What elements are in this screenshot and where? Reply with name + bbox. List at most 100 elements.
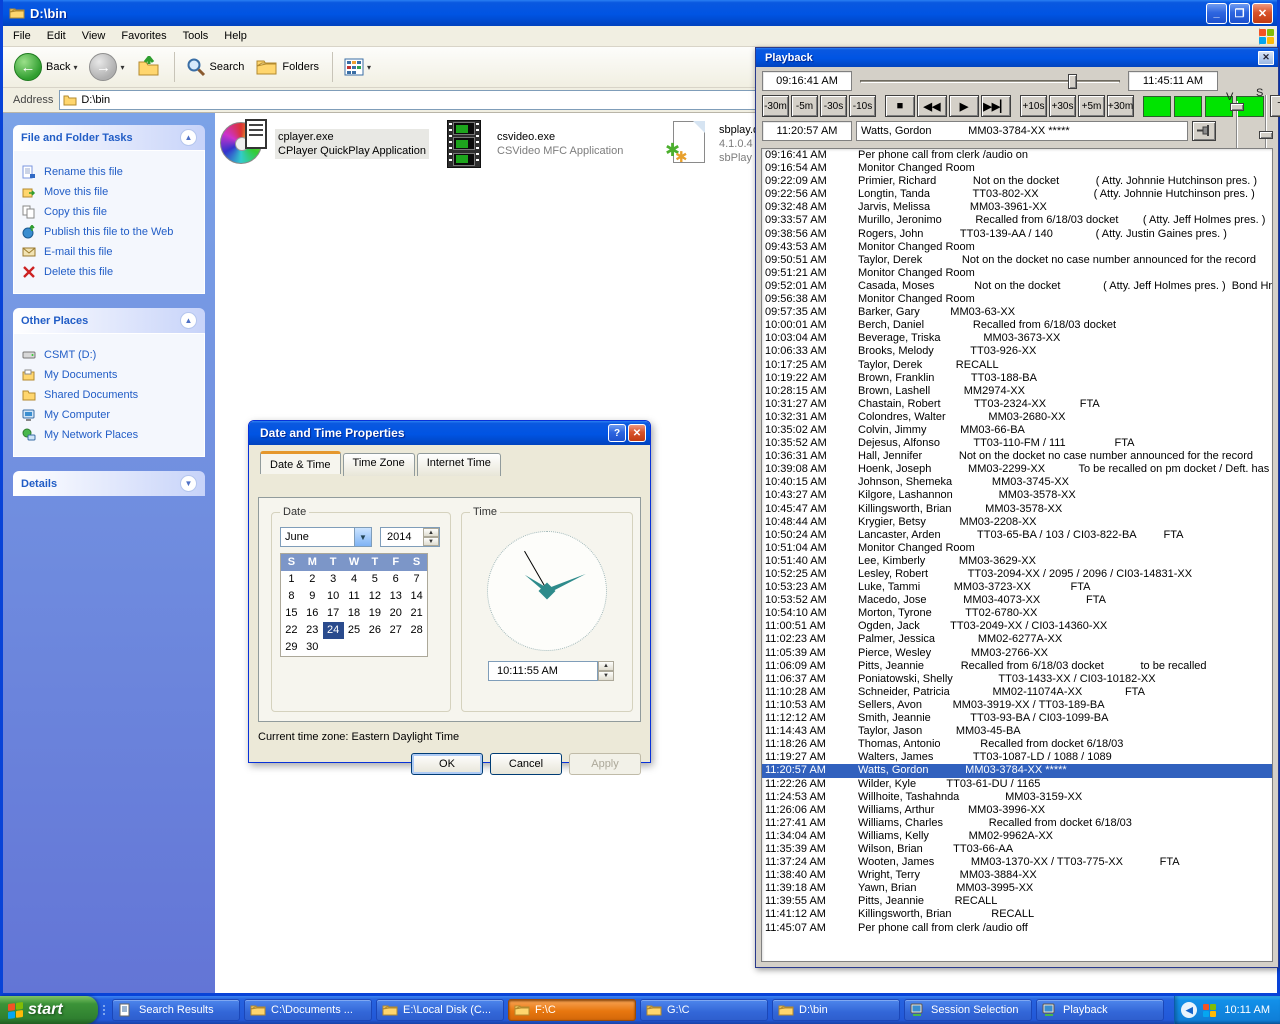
taskbar-button[interactable]: Playback	[1036, 999, 1164, 1021]
playback-entry[interactable]: 09:57:35 AMBarker, Gary MM03-63-XX	[762, 306, 1272, 319]
rewind-button[interactable]: ◀◀	[917, 95, 947, 117]
playback-entry[interactable]: 11:34:04 AMWilliams, Kelly MM02-9962A-XX	[762, 830, 1272, 843]
calendar-day[interactable]: 13	[385, 588, 406, 605]
calendar-day[interactable]: 14	[406, 588, 427, 605]
playback-entry[interactable]: 09:52:01 AMCasada, Moses Not on the dock…	[762, 280, 1272, 293]
search-button[interactable]: Search	[181, 55, 250, 79]
taskbar-button[interactable]: D:\bin	[772, 999, 900, 1021]
playback-entry[interactable]: 11:02:23 AMPalmer, Jessica MM02-6277A-XX	[762, 633, 1272, 646]
calendar-day[interactable]: 22	[281, 622, 302, 639]
collapse-chevron-icon[interactable]: ▲	[180, 312, 197, 329]
playback-entry[interactable]: 11:05:39 AMPierce, Wesley MM03-2766-XX	[762, 647, 1272, 660]
playback-entry[interactable]: 10:52:25 AMLesley, Robert TT03-2094-XX /…	[762, 568, 1272, 581]
task-link[interactable]: My Network Places	[22, 428, 196, 442]
stop-button[interactable]: ■	[885, 95, 915, 117]
calendar-day[interactable]: 10	[323, 588, 344, 605]
pin-button[interactable]	[1192, 121, 1216, 141]
explorer-titlebar[interactable]: D:\bin _ ❐ ✕	[3, 0, 1277, 26]
playback-entry[interactable]: 11:26:06 AMWilliams, Arthur MM03-3996-XX	[762, 804, 1272, 817]
calendar-day[interactable]: 20	[385, 605, 406, 622]
playback-titlebar[interactable]: Playback ✕	[756, 48, 1278, 67]
playback-entry[interactable]: 09:22:56 AMLongtin, Tanda TT03-802-XX ( …	[762, 188, 1272, 201]
other-places-header[interactable]: Other Places ▲	[13, 308, 205, 333]
playback-entry[interactable]: 10:36:31 AMHall, Jennifer Not on the doc…	[762, 450, 1272, 463]
playback-entry[interactable]: 10:53:23 AMLuke, Tammi MM03-3723-XX FTA	[762, 581, 1272, 594]
calendar-day[interactable]: 26	[364, 622, 385, 639]
quick-launch-handle[interactable]	[98, 998, 110, 1022]
tab-time-zone[interactable]: Time Zone	[343, 453, 415, 476]
playback-list[interactable]: 09:16:41 AMPer phone call from clerk /au…	[761, 148, 1273, 962]
menu-favorites[interactable]: Favorites	[113, 28, 174, 44]
playback-entry[interactable]: 11:41:12 AMKillingsworth, Brian RECALL	[762, 908, 1272, 921]
playback-entry[interactable]: 09:56:38 AMMonitor Changed Room	[762, 293, 1272, 306]
year-down-icon[interactable]: ▼	[423, 537, 439, 546]
calendar-day[interactable]: 17	[323, 605, 344, 622]
calendar-day[interactable]: 6	[385, 571, 406, 588]
up-button[interactable]	[132, 54, 166, 80]
calendar-day[interactable]: 1	[281, 571, 302, 588]
menu-help[interactable]: Help	[216, 28, 255, 44]
details-header[interactable]: Details ▼	[13, 471, 205, 496]
calendar-day[interactable]: 9	[302, 588, 323, 605]
tab-internet-time[interactable]: Internet Time	[417, 453, 501, 476]
calendar-day[interactable]: 28	[406, 622, 427, 639]
calendar-day[interactable]: 12	[364, 588, 385, 605]
task-link[interactable]: My Documents	[22, 368, 196, 382]
playback-entry[interactable]: 11:37:24 AMWooten, James MM03-1370-XX / …	[762, 856, 1272, 869]
close-button[interactable]: ✕	[1252, 3, 1273, 24]
menu-file[interactable]: File	[5, 28, 39, 44]
play-button[interactable]: ▶	[949, 95, 979, 117]
task-link[interactable]: My Computer	[22, 408, 196, 422]
time-input[interactable]: 10:11:55 AM	[488, 661, 598, 681]
playback-entry[interactable]: 11:35:39 AMWilson, Brian TT03-66-AA	[762, 843, 1272, 856]
playback-entry[interactable]: 09:43:53 AMMonitor Changed Room	[762, 241, 1272, 254]
current-entry-field[interactable]: Watts, Gordon MM03-3784-XX *****	[856, 121, 1188, 141]
calendar-day[interactable]: 19	[364, 605, 385, 622]
month-dropdown-icon[interactable]: ▼	[354, 528, 371, 546]
playback-entry[interactable]: 10:32:31 AMColondres, Walter MM03-2680-X…	[762, 411, 1272, 424]
playback-entry[interactable]: 11:20:57 AMWatts, Gordon MM03-3784-XX **…	[762, 764, 1272, 777]
task-link[interactable]: Delete this file	[22, 265, 196, 279]
skip-back-button-2[interactable]: -30s	[820, 95, 847, 117]
calendar-day[interactable]: 4	[344, 571, 365, 588]
playback-entry[interactable]: 10:43:27 AMKilgore, Lashannon MM03-3578-…	[762, 489, 1272, 502]
maximize-button[interactable]: ❐	[1229, 3, 1250, 24]
calendar-day[interactable]: 8	[281, 588, 302, 605]
skip-forward-button-1[interactable]: +30s	[1049, 95, 1076, 117]
calendar-day[interactable]: 15	[281, 605, 302, 622]
calendar-day[interactable]: 7	[406, 571, 427, 588]
playback-entry[interactable]: 10:17:25 AMTaylor, Derek RECALL	[762, 359, 1272, 372]
task-link[interactable]: Shared Documents	[22, 388, 196, 402]
volume-slider-thumb[interactable]	[1230, 103, 1244, 111]
playback-entry[interactable]: 09:50:51 AMTaylor, Derek Not on the dock…	[762, 254, 1272, 267]
calendar-day[interactable]: 11	[344, 588, 365, 605]
playback-entry[interactable]: 11:10:53 AMSellers, Avon MM03-3919-XX / …	[762, 699, 1272, 712]
dialog-titlebar[interactable]: Date and Time Properties ? ✕	[249, 421, 650, 445]
views-button[interactable]: ▾	[339, 56, 376, 78]
taskbar-button[interactable]: G:\C	[640, 999, 768, 1021]
time-down-icon[interactable]: ▼	[598, 671, 614, 681]
playback-close-button[interactable]: ✕	[1258, 51, 1274, 65]
calendar-day[interactable]: 21	[406, 605, 427, 622]
playback-entry[interactable]: 10:19:22 AMBrown, Franklin TT03-188-BA	[762, 372, 1272, 385]
playback-entry[interactable]: 10:54:10 AMMorton, Tyrone TT02-6780-XX	[762, 607, 1272, 620]
playback-entry[interactable]: 10:35:52 AMDejesus, Alfonso TT03-110-FM …	[762, 437, 1272, 450]
taskbar-button[interactable]: E:\Local Disk (C...	[376, 999, 504, 1021]
playback-entry[interactable]: 11:24:53 AMWillhoite, Tashahnda MM03-315…	[762, 791, 1272, 804]
seek-slider[interactable]	[860, 71, 1120, 91]
expand-chevron-icon[interactable]: ▼	[180, 475, 197, 492]
taskbar-button[interactable]: C:\Documents ...	[244, 999, 372, 1021]
calendar-day[interactable]: 23	[302, 622, 323, 639]
skip-back-button-1[interactable]: -5m	[791, 95, 818, 117]
seek-slider-thumb[interactable]	[1068, 74, 1077, 89]
playback-entry[interactable]: 09:16:54 AMMonitor Changed Room	[762, 162, 1272, 175]
start-button[interactable]: start	[0, 996, 98, 1024]
task-link[interactable]: CSMT (D:)	[22, 348, 196, 362]
playback-entry[interactable]: 10:35:02 AMColvin, Jimmy MM03-66-BA	[762, 424, 1272, 437]
calendar-day[interactable]: 18	[344, 605, 365, 622]
playback-entry[interactable]: 09:38:56 AMRogers, John TT03-139-AA / 14…	[762, 228, 1272, 241]
year-spinner[interactable]: 2014 ▲▼	[380, 527, 440, 547]
playback-entry[interactable]: 11:18:26 AMThomas, Antonio Recalled from…	[762, 738, 1272, 751]
playback-entry[interactable]: 10:51:04 AMMonitor Changed Room	[762, 542, 1272, 555]
skip-forward-button-3[interactable]: +30m	[1107, 95, 1134, 117]
